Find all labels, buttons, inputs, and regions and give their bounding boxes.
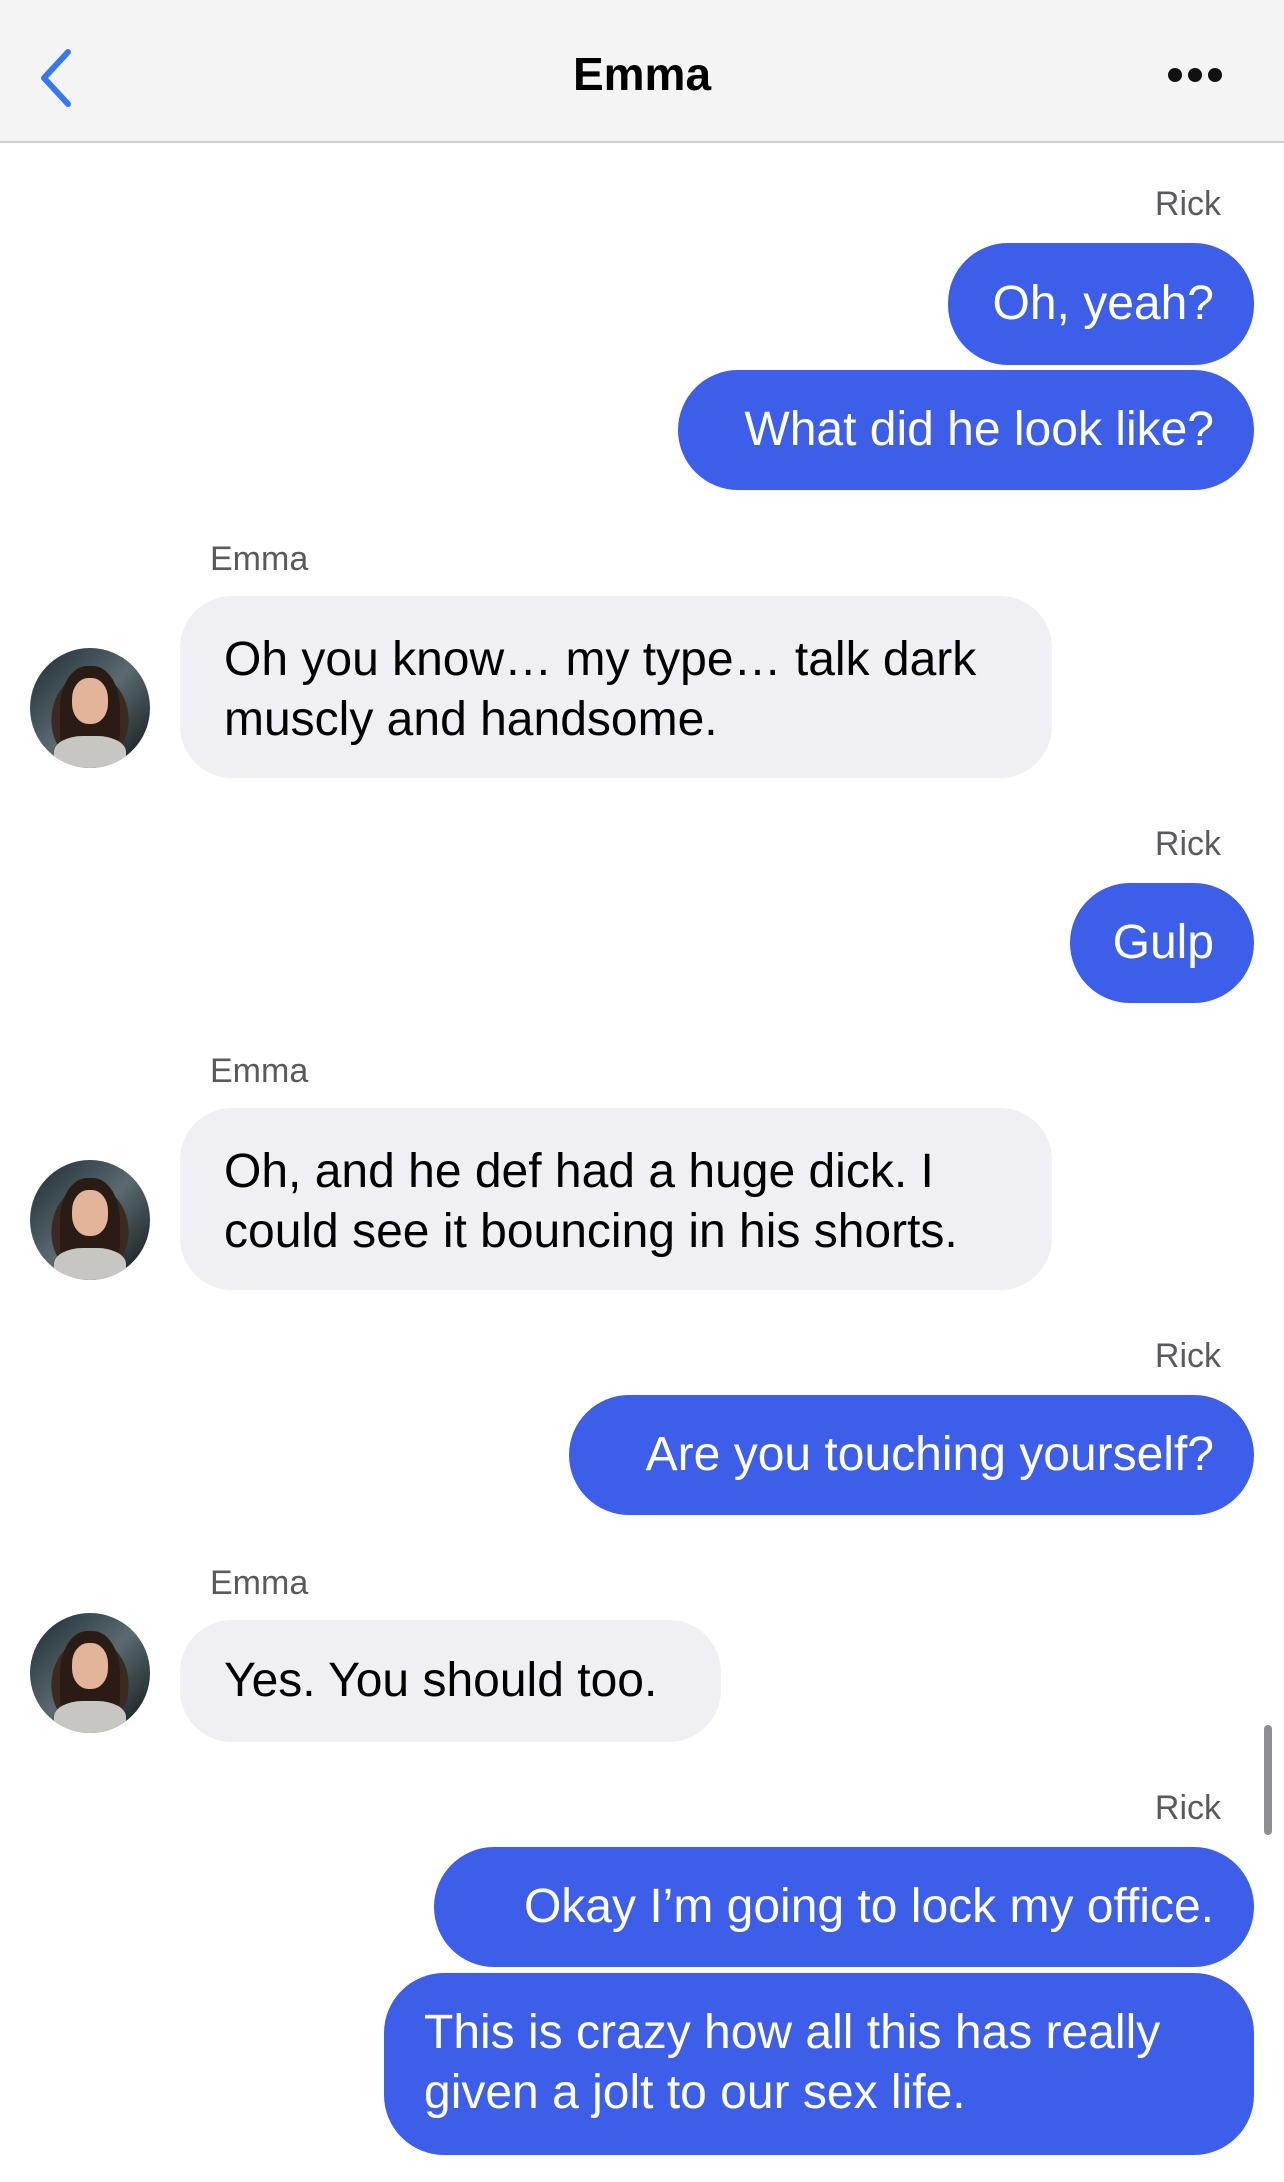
message-bubble-incoming[interactable]: Oh you know… my type… talk dark muscly a… (180, 596, 1052, 778)
message-bubble-outgoing[interactable]: What did he look like? (678, 370, 1254, 490)
chat-title: Emma (572, 48, 712, 100)
avatar[interactable] (30, 648, 150, 768)
message-bubble-incoming[interactable]: Oh, and he def had a huge dick. I could … (180, 1108, 1052, 1290)
ellipsis-icon (1168, 68, 1182, 82)
sender-label: Rick (1154, 825, 1221, 863)
scrollbar[interactable] (1264, 1725, 1272, 1835)
avatar[interactable] (30, 1160, 150, 1280)
message-bubble-outgoing[interactable]: Gulp (1070, 883, 1254, 1003)
message-bubble-outgoing[interactable]: Oh, yeah? (948, 243, 1254, 365)
sender-label: Emma (210, 1564, 309, 1602)
message-bubble-outgoing[interactable]: Okay I’m going to lock my office. (434, 1847, 1254, 1967)
message-bubble-incoming[interactable]: Yes. You should too. (180, 1620, 721, 1742)
sender-label: Emma (210, 1052, 309, 1090)
sender-label: Emma (210, 540, 309, 578)
avatar[interactable] (30, 1613, 150, 1733)
more-options-button[interactable] (1160, 60, 1230, 90)
message-bubble-outgoing[interactable]: Are you touching yourself? (569, 1395, 1254, 1515)
sender-label: Rick (1154, 1337, 1221, 1375)
chat-header: Emma (0, 0, 1284, 143)
sender-label: Rick (1154, 185, 1221, 223)
sender-label: Rick (1154, 1789, 1221, 1827)
message-bubble-outgoing[interactable]: This is crazy how all this has really gi… (384, 1973, 1254, 2155)
